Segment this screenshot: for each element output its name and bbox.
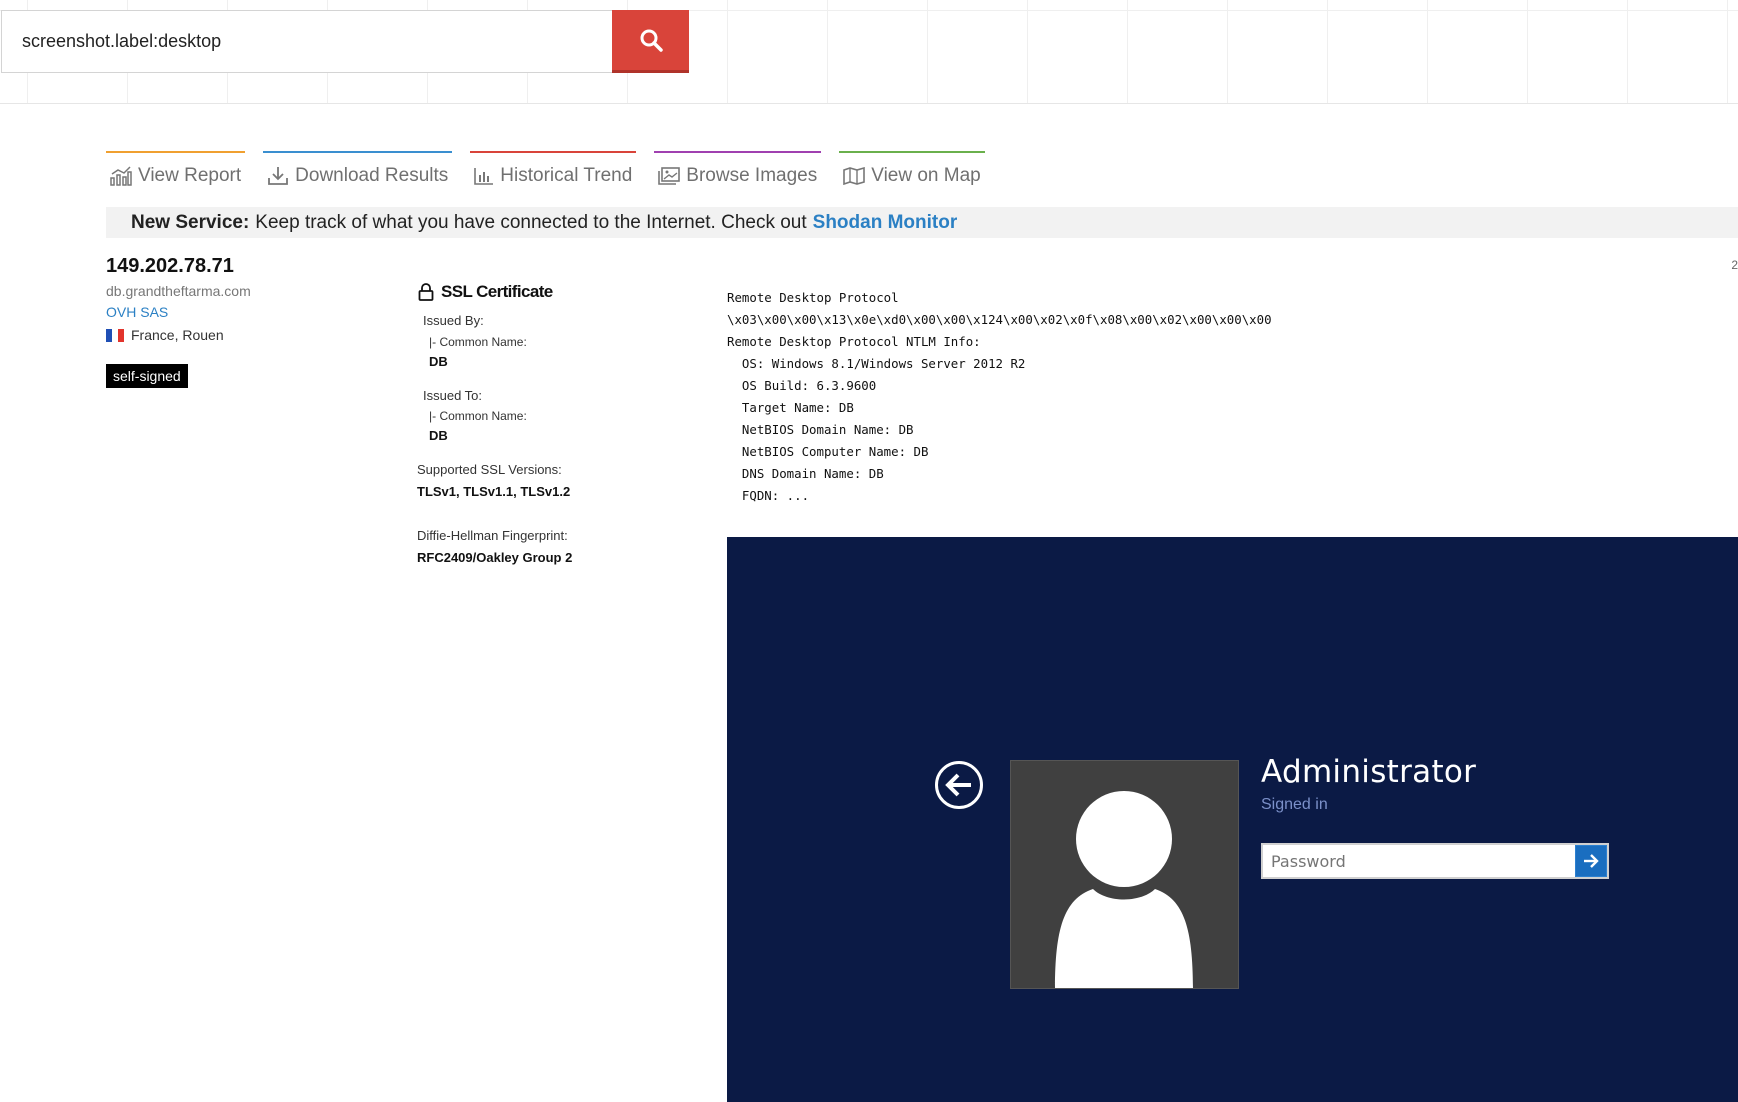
banner-line: NetBIOS Computer Name: DB: [727, 444, 929, 459]
user-avatar: [1010, 760, 1239, 989]
ssl-versions-value: TLSv1, TLSv1.1, TLSv1.2: [417, 484, 571, 499]
tab-view-on-map[interactable]: View on Map: [839, 151, 985, 189]
service-banner: Remote Desktop Protocol \x03\x00\x00\x13\…: [727, 287, 1272, 507]
tab-view-report[interactable]: View Report: [106, 151, 246, 189]
banner-line: Target Name: DB: [727, 400, 854, 415]
issued-by-value: DB: [429, 354, 448, 369]
search-input[interactable]: [2, 11, 612, 72]
tab-historical-trend[interactable]: Historical Trend: [470, 151, 637, 189]
tab-label: View on Map: [871, 165, 981, 186]
ssl-title-text: SSL Certificate: [441, 282, 553, 301]
issued-to-sub: |- Common Name:: [429, 409, 527, 423]
password-submit-button[interactable]: [1575, 845, 1607, 877]
dh-fingerprint-value: RFC2409/Oakley Group 2: [417, 550, 573, 565]
banner-line: \x03\x00\x00\x13\x0e\xd0\x00\x00\x124\x0…: [727, 312, 1272, 327]
rdp-screenshot: Administrator Signed in: [727, 537, 1738, 1102]
arrow-right-icon: [1584, 854, 1599, 868]
banner-line: OS Build: 6.3.9600: [727, 378, 877, 393]
arrow-left-icon: [945, 773, 971, 797]
banner-line: OS: Windows 8.1/Windows Server 2012 R2: [727, 356, 1026, 371]
tab-label: View Report: [138, 165, 242, 186]
france-flag-icon: [106, 328, 124, 342]
banner-line: NetBIOS Domain Name: DB: [727, 422, 914, 437]
host-hostname: db.grandtheftarma.com: [106, 283, 251, 299]
banner-bold: New Service:: [131, 211, 250, 233]
issued-to-label: Issued To:: [423, 388, 483, 403]
tab-label: Historical Trend: [500, 165, 633, 186]
banner-text: Keep track of what you have connected to…: [255, 211, 807, 233]
download-icon: [268, 167, 289, 185]
announcement-banner: New Service: Keep track of what you have…: [106, 207, 1738, 238]
rdp-username: Administrator: [1261, 754, 1477, 790]
bar-chart-icon: [474, 168, 494, 185]
host-ip: 149.202.78.71: [106, 255, 234, 277]
lock-icon: [418, 283, 434, 301]
tab-label: Browse Images: [686, 165, 818, 186]
banner-line: Remote Desktop Protocol NTLM Info:: [727, 334, 981, 349]
user-silhouette-icon: [1055, 791, 1193, 988]
search-button[interactable]: [612, 10, 689, 73]
ssl-versions-label: Supported SSL Versions:: [417, 462, 562, 477]
location-text: France, Rouen: [131, 327, 224, 343]
chart-icon: [110, 166, 132, 186]
ssl-title: SSL Certificate: [417, 282, 677, 302]
host-location: France, Rouen: [106, 327, 224, 343]
dh-fingerprint-label: Diffie-Hellman Fingerprint:: [417, 528, 568, 543]
password-input[interactable]: [1263, 845, 1575, 877]
rdp-status: Signed in: [1261, 796, 1328, 813]
tag-self-signed[interactable]: self-signed: [106, 364, 188, 388]
host-org-link[interactable]: OVH SAS: [106, 304, 168, 320]
edge-mark: 2: [1731, 258, 1738, 272]
images-icon: [658, 167, 681, 185]
search-icon: [640, 29, 663, 52]
issued-to-value: DB: [429, 428, 448, 443]
action-tabs: View Report Download Results Historical …: [106, 151, 1003, 189]
tab-browse-images[interactable]: Browse Images: [654, 151, 822, 189]
password-box: [1261, 843, 1609, 879]
shodan-monitor-link[interactable]: Shodan Monitor: [813, 212, 958, 234]
map-icon: [843, 167, 866, 185]
issued-by-label: Issued By:: [423, 313, 484, 328]
issued-by-sub: |- Common Name:: [429, 335, 527, 349]
ssl-certificate-panel: SSL Certificate: [417, 282, 677, 302]
banner-line: FQDN: ...: [727, 488, 810, 503]
search-bar: [1, 10, 689, 73]
tab-download-results[interactable]: Download Results: [263, 151, 453, 189]
tab-label: Download Results: [295, 165, 449, 186]
back-button[interactable]: [935, 761, 983, 809]
banner-line: Remote Desktop Protocol: [727, 290, 899, 305]
banner-line: DNS Domain Name: DB: [727, 466, 884, 481]
